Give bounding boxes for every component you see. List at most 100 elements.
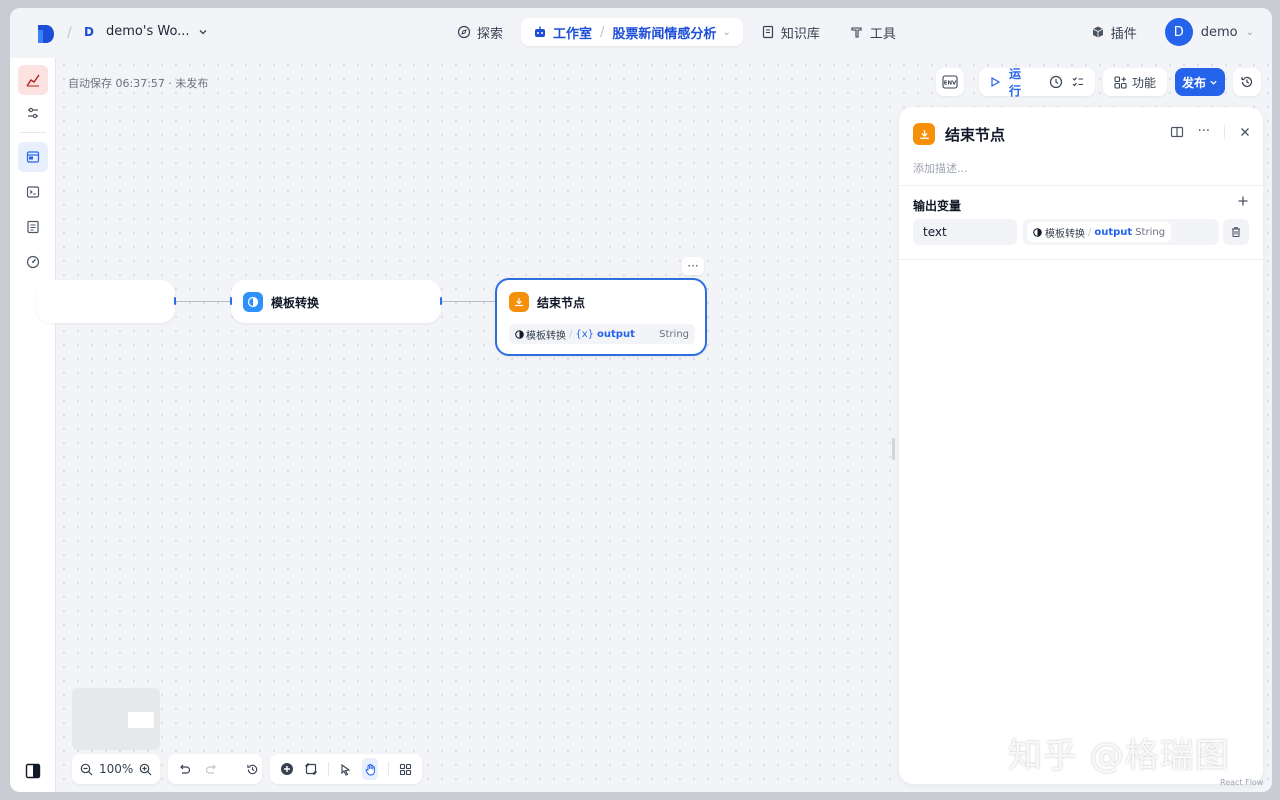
nav-tools[interactable]: 工具 [838,18,908,46]
version-history-button[interactable] [1233,68,1261,96]
current-app-name[interactable]: 股票新闻情感分析 [612,23,716,42]
sidebar-toggle-icon[interactable] [25,763,41,779]
dify-logo-icon[interactable] [38,25,54,43]
zoom-level[interactable]: 100% [99,762,133,776]
panel-title[interactable]: 结束节点 [945,124,1005,145]
zoom-out-icon[interactable] [80,763,93,776]
delete-variable-button[interactable] [1223,219,1249,245]
nav-knowledge[interactable]: 知识库 [749,18,832,46]
add-node-icon[interactable] [280,762,294,776]
grid-plus-icon [1114,75,1127,89]
run-toolbar: 运行 [979,65,1095,99]
redo-icon[interactable] [205,763,218,776]
autosave-status: 自动保存 06:37:57 · 未发布 [68,77,209,90]
toolbar-divider [328,762,329,776]
output-variable-name-input[interactable]: text [913,219,1017,245]
book-open-icon[interactable] [1170,125,1184,139]
env-button[interactable]: ENV [936,68,964,96]
end-flag-icon [509,292,529,312]
left-sidebar [10,58,56,792]
compass-icon [457,25,471,39]
variable-source: 模板转换 [526,330,566,342]
minimap-node [128,712,154,728]
template-node-input-port[interactable] [230,297,232,305]
nav-explore-label: 探索 [477,26,504,42]
start-node[interactable] [37,280,175,323]
node-more-button[interactable]: ··· [682,257,704,275]
plugins-button[interactable]: 插件 [1091,23,1137,42]
app-window: / D demo's Wo... 探索 工作室 / 股票新闻情感分析 ⌄ 知识库… [10,8,1272,792]
app-icon[interactable] [18,65,48,95]
tools-toolbar [270,754,422,784]
watermark: 知乎 @格瑞图 [1008,736,1230,776]
sidebar-item-monitor[interactable] [18,247,48,277]
trash-icon [1230,226,1242,238]
end-node[interactable]: 结束节点 模板转换 / {x} output String [495,278,707,356]
organize-blocks-icon[interactable] [399,763,412,776]
end-node-label: 结束节点 [537,295,586,310]
robot-icon [533,25,547,39]
panel-resize-handle[interactable] [892,438,895,460]
nav-tools-label: 工具 [869,26,896,42]
run-button[interactable]: 运行 [1009,65,1028,99]
workspace-avatar: D [84,24,94,39]
history-icon [1240,75,1254,89]
nav-studio-label: 工作室 [553,26,593,42]
description-input[interactable]: 添加描述... [913,160,968,176]
nav-studio[interactable]: 工作室 / 股票新闻情感分析 ⌄ [521,18,743,46]
nav-knowledge-label: 知识库 [780,26,820,42]
nav-explore[interactable]: 探索 [445,18,515,46]
checklist-icon[interactable] [1071,75,1085,89]
chevron-down-icon [1209,78,1218,87]
user-menu[interactable]: D demo ⌄ [1164,18,1254,46]
history-icon[interactable] [246,763,259,776]
output-variable-selector[interactable]: 模板转换 / output String [1023,219,1219,245]
minimap[interactable] [72,688,160,750]
hammer-icon [850,25,864,39]
panel-action-divider [1224,124,1225,139]
avatar: D [1164,18,1193,46]
user-name: demo [1200,24,1238,40]
template-node[interactable]: 模板转换 [231,280,441,323]
publish-button[interactable]: 发布 [1175,68,1225,96]
main-nav: 探索 工作室 / 股票新闻情感分析 ⌄ 知识库 工具 [445,18,908,46]
more-icon[interactable]: ··· [1198,124,1210,139]
variable-name: output [597,328,635,340]
end-node-variable: 模板转换 / {x} output String [509,324,695,344]
output-variables-heading: 输出变量 [913,199,962,213]
panel-divider [899,259,1263,260]
variable-name: output [1094,226,1133,238]
hand-icon[interactable] [361,758,379,780]
panel-divider [899,185,1263,186]
undo-icon[interactable] [178,763,191,776]
sidebar-item-logs[interactable] [18,212,48,242]
variable-symbol: {x} [575,328,595,340]
template-node-title: 模板转换 [243,292,319,312]
features-label: 功能 [1131,75,1156,90]
edge-start-to-template [176,301,231,302]
workspace-name: demo's Wo... [106,24,190,39]
sidebar-item-api[interactable] [18,177,48,207]
nav-divider: / [600,24,605,40]
publish-label: 发布 [1181,75,1206,90]
end-flag-icon [913,123,935,145]
sliders-icon[interactable] [18,98,48,128]
play-icon[interactable] [989,76,1001,88]
variable-chip: 模板转换 / output String [1027,222,1172,242]
zoom-in-icon[interactable] [139,763,152,776]
close-icon[interactable] [1239,126,1251,138]
workspace-selector[interactable]: D demo's Wo... [84,24,208,39]
add-note-icon[interactable] [304,762,318,776]
chevron-down-icon[interactable]: ⌄ [722,27,730,38]
react-flow-attribution[interactable]: React Flow [1220,778,1263,787]
end-node-title: 结束节点 [509,292,585,312]
history-clock-icon[interactable] [1049,75,1063,89]
sidebar-item-orchestrate[interactable] [18,142,48,172]
plugins-label: 插件 [1110,26,1137,42]
add-variable-button[interactable] [1237,195,1249,207]
pointer-icon[interactable] [339,763,352,776]
workflow-canvas[interactable]: 自动保存 06:37:57 · 未发布 ENV 运行 功能 发布 模板转换 ··… [37,58,1272,792]
svg-text:ENV: ENV [944,81,957,87]
zoom-toolbar: 100% [72,754,160,784]
features-button[interactable]: 功能 [1103,68,1167,96]
